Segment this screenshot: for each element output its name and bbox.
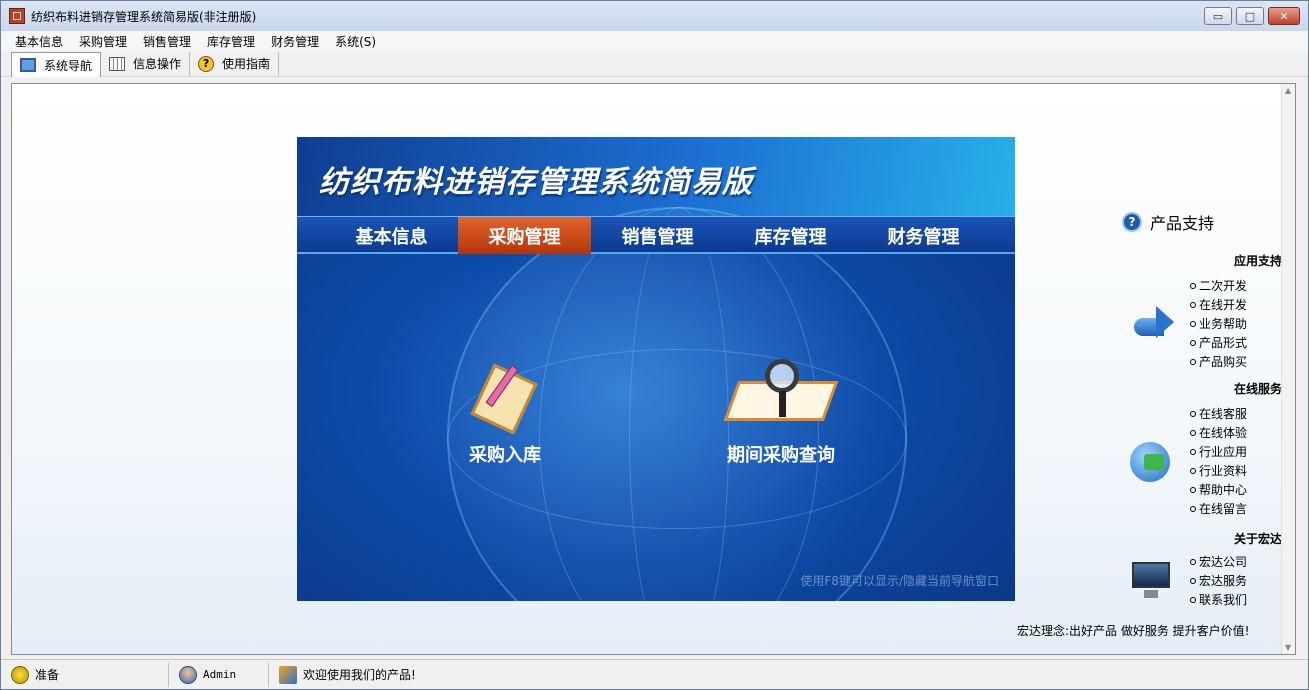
about-links: 宏达公司 宏达服务 联系我们 [1190, 552, 1247, 609]
link-item[interactable]: 在线留言 [1190, 499, 1247, 518]
maximize-button[interactable]: □ [1236, 7, 1264, 25]
item-label: 期间采购查询 [727, 445, 835, 466]
clipboard-icon [470, 359, 540, 435]
bullet-icon [1190, 448, 1196, 455]
nav-tab-purchase[interactable]: 采购管理 [458, 217, 591, 254]
item-label: 采购入库 [469, 445, 541, 466]
computer-icon [1130, 560, 1172, 600]
nav-tab-finance[interactable]: 财务管理 [857, 217, 990, 254]
panel-title: 纺织布料进销存管理系统简易版 [319, 165, 753, 200]
status-bar: 准备 Admin 欢迎使用我们的产品! [1, 659, 1308, 689]
link-item[interactable]: 宏达服务 [1190, 571, 1247, 590]
minimize-button[interactable]: ▭ [1204, 7, 1232, 25]
arrow-icon [1130, 300, 1174, 344]
link-item[interactable]: 联系我们 [1190, 590, 1247, 609]
bullet-icon [1190, 467, 1196, 474]
menu-purchase[interactable]: 采购管理 [71, 33, 135, 50]
nav-tab-inventory[interactable]: 库存管理 [724, 217, 857, 254]
link-item[interactable]: 业务帮助 [1190, 314, 1247, 333]
purchase-inbound-item[interactable]: 采购入库 [469, 359, 541, 467]
menu-sales[interactable]: 销售管理 [135, 33, 199, 50]
message-cell: 欢迎使用我们的产品! [269, 663, 416, 687]
link-item[interactable]: 二次开发 [1190, 276, 1247, 295]
bullet-icon [1190, 339, 1196, 346]
bullet-icon [1190, 486, 1196, 493]
tab-label: 信息操作 [133, 57, 182, 71]
magnifier-book-icon [723, 359, 839, 429]
menu-system[interactable]: 系统(S) [327, 33, 384, 50]
app-support-links: 二次开发 在线开发 业务帮助 产品形式 产品购买 [1190, 276, 1247, 371]
bullet-icon [1190, 410, 1196, 417]
panel-nav-bar: 基本信息 采购管理 销售管理 库存管理 财务管理 [297, 216, 1015, 254]
link-item[interactable]: 行业资料 [1190, 461, 1247, 480]
grid-icon [109, 56, 126, 71]
online-service-links: 在线客服 在线体验 行业应用 行业资料 帮助中心 在线留言 [1190, 404, 1247, 518]
menu-inventory[interactable]: 库存管理 [199, 33, 263, 50]
status-cell: 准备 [1, 662, 169, 687]
product-support: ? 产品支持 应用支持 二次开发 在线开发 业务帮助 产品形式 产品购买 在线服… [1122, 204, 1282, 644]
section-title-online-service: 在线服务 [1233, 382, 1282, 396]
globe-icon [1130, 442, 1170, 482]
bullet-icon [1190, 320, 1196, 327]
minimize-icon: ▭ [1212, 9, 1224, 23]
nav-tab-basic-info[interactable]: 基本信息 [325, 217, 458, 254]
bullet-icon [1190, 358, 1196, 365]
status-text: 准备 [35, 668, 60, 682]
monitor-icon [20, 58, 36, 72]
help-icon: ? [198, 55, 215, 72]
user-name: Admin [203, 668, 237, 681]
navigation-panel: 纺织布料进销存管理系统简易版 基本信息 采购管理 销售管理 库存管理 财务管理 … [297, 137, 1015, 601]
tab-user-guide[interactable]: ? 使用指南 [190, 51, 280, 76]
toolbar: 系统导航 信息操作 ? 使用指南 [1, 51, 1308, 77]
user-cell: Admin [169, 662, 269, 687]
link-item[interactable]: 帮助中心 [1190, 480, 1247, 499]
bullet-icon [1190, 558, 1196, 565]
maximize-icon: □ [1244, 9, 1256, 23]
user-icon [179, 665, 197, 684]
link-item[interactable]: 在线开发 [1190, 295, 1247, 314]
menu-bar: 基本信息 采购管理 销售管理 库存管理 财务管理 系统(S) [1, 31, 1308, 51]
bullet-icon [1190, 577, 1196, 584]
tab-info-operation[interactable]: 信息操作 [101, 51, 191, 76]
link-item[interactable]: 产品形式 [1190, 333, 1247, 352]
nav-tab-sales[interactable]: 销售管理 [591, 217, 724, 254]
status-bulb-icon [11, 665, 29, 684]
scroll-down-icon[interactable]: ▼ [1285, 643, 1291, 652]
close-icon: ✕ [1279, 9, 1289, 23]
bullet-icon [1190, 596, 1196, 603]
menu-finance[interactable]: 财务管理 [263, 33, 327, 50]
tab-system-navigation[interactable]: 系统导航 [11, 52, 102, 77]
client-area: 纺织布料进销存管理系统简易版 基本信息 采购管理 销售管理 库存管理 财务管理 … [11, 83, 1296, 655]
support-title: 产品支持 [1150, 214, 1215, 233]
tab-label: 系统导航 [44, 58, 93, 73]
link-item[interactable]: 行业应用 [1190, 442, 1247, 461]
title-bar[interactable]: 纺织布料进销存管理系统简易版(非注册版) ▭ □ ✕ [1, 1, 1308, 31]
bullet-icon [1190, 282, 1196, 289]
period-purchase-query-item[interactable]: 期间采购查询 [723, 359, 839, 467]
company-motto: 宏达理念:出好产品 做好服务 提升客户价值! [1017, 624, 1250, 638]
link-item[interactable]: 在线客服 [1190, 404, 1247, 423]
section-title-about: 关于宏达 [1233, 532, 1282, 546]
link-item[interactable]: 在线体验 [1190, 423, 1247, 442]
support-header: ? 产品支持 [1122, 210, 1214, 234]
question-icon: ? [1122, 212, 1142, 232]
close-button[interactable]: ✕ [1268, 7, 1300, 25]
link-item[interactable]: 宏达公司 [1190, 552, 1247, 571]
window-title: 纺织布料进销存管理系统简易版(非注册版) [31, 9, 257, 24]
menu-basic-info[interactable]: 基本信息 [7, 33, 71, 50]
bullet-icon [1190, 505, 1196, 512]
bullet-icon [1190, 429, 1196, 436]
section-title-app-support: 应用支持 [1233, 254, 1282, 268]
app-icon [9, 8, 25, 24]
scroll-up-icon[interactable]: ▲ [1285, 86, 1291, 95]
welcome-message: 欢迎使用我们的产品! [303, 668, 416, 682]
vertical-scrollbar[interactable]: ▲ ▼ [1281, 84, 1295, 654]
link-item[interactable]: 产品购买 [1190, 352, 1247, 371]
welcome-icon [279, 665, 297, 684]
main-window: 纺织布料进销存管理系统简易版(非注册版) ▭ □ ✕ 基本信息 采购管理 销售管… [0, 0, 1309, 690]
bullet-icon [1190, 301, 1196, 308]
tab-label: 使用指南 [222, 57, 271, 71]
f8-hint: 使用F8键可以显示/隐藏当前导航窗口 [800, 574, 999, 588]
